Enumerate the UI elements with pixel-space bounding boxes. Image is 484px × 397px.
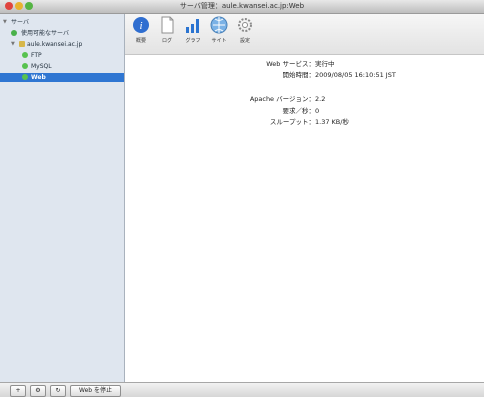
svg-text:i: i	[139, 20, 142, 32]
throughput-label: スループット：	[269, 118, 315, 126]
stop-web-label: Web を停止	[79, 387, 112, 394]
sidebar-item-mysql[interactable]: MySQL	[0, 62, 124, 71]
tab-settings-label: 設定	[239, 38, 250, 44]
sidebar-item-web[interactable]: Web	[0, 73, 124, 82]
info-icon: i	[132, 16, 150, 34]
web-service-row: Web サービス： 実行中	[125, 59, 484, 69]
tab-sites[interactable]: サイト	[207, 16, 231, 52]
apache-version-value: 2.2	[315, 95, 326, 103]
add-button[interactable]: +	[10, 385, 26, 397]
globe-icon	[210, 16, 228, 34]
action-menu-button[interactable]: ⚙	[30, 385, 46, 397]
sidebar-item-label: 使用可能なサーバ	[21, 30, 69, 37]
sidebar-item-ftp[interactable]: FTP	[0, 51, 124, 60]
requests-row: 要求／秒： 0	[125, 106, 484, 116]
sidebar-item-label: FTP	[31, 52, 42, 59]
requests-value: 0	[315, 107, 320, 115]
status-running-icon	[22, 63, 28, 69]
gear-icon	[236, 16, 254, 34]
sidebar-item-label: MySQL	[31, 63, 52, 70]
server-icon	[19, 41, 25, 47]
sidebar-item-available-servers[interactable]: 使用可能なサーバ	[0, 29, 124, 38]
apache-version-label: Apache バージョン：	[249, 95, 315, 103]
refresh-button[interactable]: ↻	[50, 385, 66, 397]
refresh-icon: ↻	[55, 387, 61, 394]
sidebar-item-label: aule.kwansei.ac.jp	[27, 41, 83, 48]
start-time-value: 2009/08/05 16:10:51 JST	[315, 71, 396, 79]
tab-settings[interactable]: 設定	[233, 16, 257, 52]
tab-log[interactable]: ログ	[155, 16, 179, 52]
bottom-toolbar: + ⚙ ↻ Web を停止	[0, 382, 484, 397]
status-running-icon	[22, 74, 28, 80]
tab-sites-label: サイト	[211, 38, 227, 44]
web-service-label: Web サービス：	[266, 60, 315, 68]
server-admin-window: サーバ管理：aule.kwansei.ac.jp:Web ▼ サーバ 使用可能な…	[0, 0, 484, 397]
bar-chart-icon	[184, 16, 202, 34]
sidebar-section-servers[interactable]: ▼ サーバ	[0, 18, 124, 27]
status-running-icon	[22, 52, 28, 58]
globe-icon	[11, 30, 17, 36]
gear-icon: ⚙	[35, 387, 41, 394]
document-icon	[158, 16, 176, 34]
tab-overview[interactable]: i 概要	[129, 16, 153, 52]
tab-graph-label: グラフ	[185, 38, 201, 44]
disclosure-triangle-icon[interactable]: ▼	[11, 40, 15, 49]
web-service-value: 実行中	[315, 60, 335, 68]
start-time-label: 開始時間：	[282, 71, 316, 79]
toolbar: i 概要 ログ グラフ サイト 設定	[125, 14, 484, 55]
requests-label: 要求／秒：	[282, 107, 316, 115]
add-icon: +	[15, 387, 21, 394]
tab-overview-label: 概要	[135, 38, 146, 44]
sidebar-item-label: Web	[31, 74, 46, 81]
throughput-row: スループット： 1.37 KB/秒	[125, 117, 484, 127]
title-bar: サーバ管理：aule.kwansei.ac.jp:Web	[0, 0, 484, 14]
disclosure-triangle-icon[interactable]: ▼	[3, 18, 7, 27]
throughput-value: 1.37 KB/秒	[315, 118, 349, 126]
apache-version-row: Apache バージョン： 2.2	[125, 94, 484, 104]
start-time-row: 開始時間： 2009/08/05 16:10:51 JST	[125, 70, 484, 80]
overview-panel: Web サービス： 実行中 開始時間： 2009/08/05 16:10:51 …	[125, 55, 484, 382]
window-title: サーバ管理：aule.kwansei.ac.jp:Web	[179, 2, 305, 10]
sidebar-item-host[interactable]: ▼ aule.kwansei.ac.jp	[0, 40, 124, 49]
tab-graph[interactable]: グラフ	[181, 16, 205, 52]
sidebar: ▼ サーバ 使用可能なサーバ ▼ aule.kwansei.ac.jp FTP …	[0, 14, 125, 382]
tab-log-label: ログ	[161, 38, 172, 44]
sidebar-section-label: サーバ	[11, 19, 29, 26]
stop-web-button[interactable]: Web を停止	[70, 385, 121, 397]
